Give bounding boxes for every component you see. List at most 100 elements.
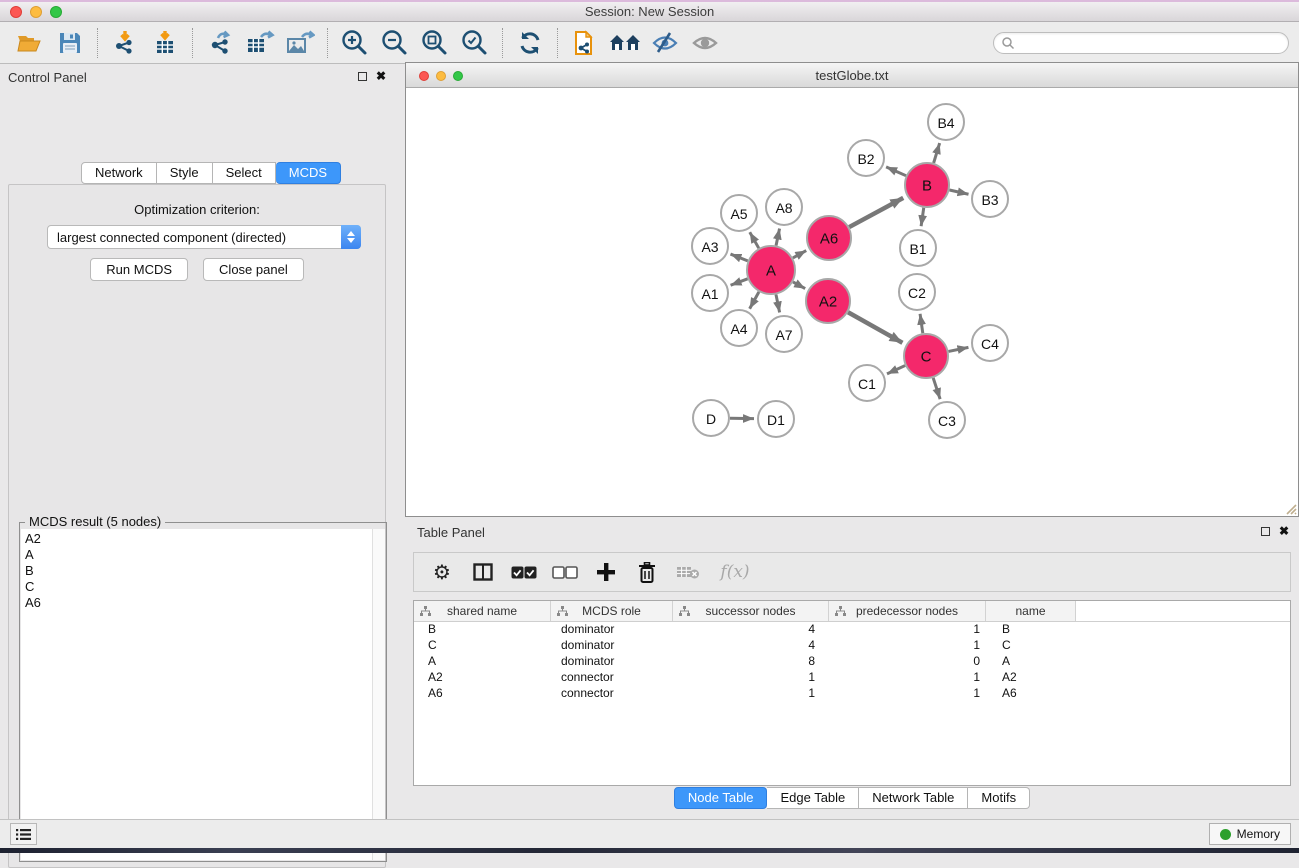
memory-button[interactable]: Memory <box>1209 823 1291 845</box>
network-canvas[interactable]: B4 B2 B B3 A5A8A6 A3 B1 A A1 C2 A2 A4A7 C4 C C1 C3 D D1 <box>406 88 1298 516</box>
graph-node-B2[interactable]: B2 <box>848 140 884 176</box>
deselect-all-button[interactable] <box>547 556 583 588</box>
tab-mcds[interactable]: MCDS <box>276 162 341 184</box>
import-table-button[interactable] <box>145 26 185 60</box>
select-all-button[interactable] <box>506 556 542 588</box>
show-columns-button[interactable] <box>465 556 501 588</box>
float-table-panel-icon[interactable] <box>1261 527 1270 536</box>
export-table-button[interactable] <box>240 26 280 60</box>
graph-edge-A-A6[interactable] <box>793 251 806 258</box>
graph-edge-A-A5[interactable] <box>750 232 759 248</box>
close-table-panel-icon[interactable]: ✖ <box>1279 526 1289 536</box>
graph-node-A3[interactable]: A3 <box>692 228 728 264</box>
tab-network[interactable]: Network <box>81 162 157 184</box>
graph-node-A[interactable]: A <box>747 246 795 294</box>
hide-panel-button[interactable] <box>645 26 685 60</box>
refresh-button[interactable] <box>510 26 550 60</box>
mcds-result-item[interactable]: A2 <box>21 531 372 547</box>
graph-node-C4[interactable]: C4 <box>972 325 1008 361</box>
close-panel-button[interactable]: Close panel <box>203 258 304 281</box>
column-header-name[interactable]: name <box>986 601 1076 621</box>
graph-node-C1[interactable]: C1 <box>849 365 885 401</box>
export-network-button[interactable] <box>200 26 240 60</box>
delete-column-button[interactable] <box>629 556 665 588</box>
open-session-button[interactable] <box>10 26 50 60</box>
table-row[interactable]: Adominator80A <box>414 654 1290 670</box>
graph-node-A1[interactable]: A1 <box>692 275 728 311</box>
graph-edge-B-B1[interactable] <box>921 208 924 226</box>
window-resize-grip[interactable] <box>1282 500 1297 515</box>
float-panel-icon[interactable] <box>358 72 367 81</box>
table-row[interactable]: Bdominator41B <box>414 622 1290 638</box>
graph-edge-A-A1[interactable] <box>731 279 748 285</box>
mcds-result-item[interactable]: B <box>21 563 372 579</box>
save-session-button[interactable] <box>50 26 90 60</box>
graph-node-B4[interactable]: B4 <box>928 104 964 140</box>
graph-edge-C-C1[interactable] <box>887 366 905 374</box>
column-header-predecessor-nodes[interactable]: predecessor nodes <box>829 601 986 621</box>
import-network-button[interactable] <box>105 26 145 60</box>
search-input[interactable] <box>993 32 1289 54</box>
zoom-in-button[interactable] <box>335 26 375 60</box>
run-mcds-button[interactable]: Run MCDS <box>90 258 188 281</box>
graph-node-A4[interactable]: A4 <box>721 310 757 346</box>
graph-node-A6[interactable]: A6 <box>807 216 851 260</box>
graph-node-C2[interactable]: C2 <box>899 274 935 310</box>
task-history-button[interactable] <box>10 823 37 845</box>
close-panel-icon[interactable]: ✖ <box>376 71 386 81</box>
tab-network-table[interactable]: Network Table <box>859 787 968 809</box>
graph-edge-C-C3[interactable] <box>933 378 940 399</box>
graph-node-C[interactable]: C <box>904 334 948 378</box>
graph-edge-C-C2[interactable] <box>920 314 923 333</box>
graph-edge-A-A3[interactable] <box>730 254 747 261</box>
graph-node-D[interactable]: D <box>693 400 729 436</box>
graph-node-B1[interactable]: B1 <box>900 230 936 266</box>
tab-node-table[interactable]: Node Table <box>674 787 768 809</box>
graph-node-A2[interactable]: A2 <box>806 279 850 323</box>
graph-edge-C-C4[interactable] <box>949 347 969 351</box>
zoom-out-button[interactable] <box>375 26 415 60</box>
tab-edge-table[interactable]: Edge Table <box>767 787 859 809</box>
graph-node-A8[interactable]: A8 <box>766 189 802 225</box>
show-panel-button[interactable] <box>685 26 725 60</box>
table-row[interactable]: A2connector11A2 <box>414 670 1290 686</box>
graph-edge-A-A7[interactable] <box>776 294 780 312</box>
table-row[interactable]: Cdominator41C <box>414 638 1290 654</box>
tab-motifs[interactable]: Motifs <box>968 787 1030 809</box>
mcds-result-item[interactable]: A <box>21 547 372 563</box>
graph-node-D1[interactable]: D1 <box>758 401 794 437</box>
zoom-selected-button[interactable] <box>455 26 495 60</box>
network-overview-button[interactable] <box>605 26 645 60</box>
table-row[interactable]: A6connector11A6 <box>414 686 1290 702</box>
tab-select[interactable]: Select <box>213 162 276 184</box>
add-column-button[interactable] <box>588 556 624 588</box>
criterion-dropdown[interactable]: largest connected component (directed) <box>47 225 361 249</box>
graph-node-A5[interactable]: A5 <box>721 195 757 231</box>
clone-network-button[interactable] <box>565 26 605 60</box>
graph-edge-A-A8[interactable] <box>776 229 780 246</box>
tab-style[interactable]: Style <box>157 162 213 184</box>
zoom-fit-button[interactable] <box>415 26 455 60</box>
graph-node-A7[interactable]: A7 <box>766 316 802 352</box>
graph-edge-B-B3[interactable] <box>949 190 968 194</box>
graph-node-B3[interactable]: B3 <box>972 181 1008 217</box>
mcds-result-item[interactable]: A6 <box>21 595 372 611</box>
export-image-button[interactable] <box>280 26 320 60</box>
mcds-list-scrollbar[interactable] <box>372 529 385 860</box>
graph-edge-B-B4[interactable] <box>934 143 940 163</box>
graph-edge-A6-B[interactable] <box>849 198 903 227</box>
function-builder-button[interactable]: f(x) <box>711 556 759 588</box>
column-header-successor-nodes[interactable]: successor nodes <box>673 601 829 621</box>
mcds-result-item[interactable]: C <box>21 579 372 595</box>
graph-edge-A-A2[interactable] <box>793 282 805 289</box>
table-settings-button[interactable]: ⚙ <box>424 556 460 588</box>
graph-edge-A2-C[interactable] <box>848 312 902 343</box>
column-header-shared-name[interactable]: shared name <box>414 601 551 621</box>
network-window-titlebar[interactable]: testGlobe.txt <box>406 63 1298 88</box>
graph-edge-B-B2[interactable] <box>886 167 906 176</box>
graph-node-C3[interactable]: C3 <box>929 402 965 438</box>
column-header-MCDS-role[interactable]: MCDS role <box>551 601 673 621</box>
graph-edge-A-A4[interactable] <box>750 292 759 309</box>
delete-table-button[interactable] <box>670 556 706 588</box>
graph-node-B[interactable]: B <box>905 163 949 207</box>
